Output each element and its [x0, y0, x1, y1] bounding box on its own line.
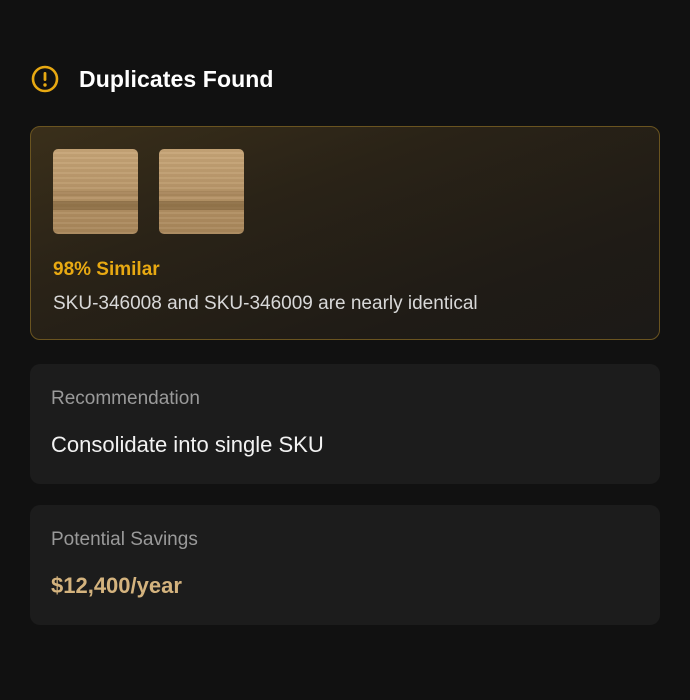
thumbnail-grain [53, 191, 138, 196]
duplicate-card[interactable]: 98% Similar SKU-346008 and SKU-346009 ar… [30, 126, 660, 340]
savings-value: $12,400/year [51, 573, 182, 598]
page-title: Duplicates Found [79, 65, 274, 92]
thumbnail-row [53, 149, 265, 234]
product-thumbnail-1[interactable] [53, 149, 138, 234]
thumbnail-grain [159, 191, 244, 196]
warning-circle-icon [31, 65, 59, 93]
similarity-score: 98% Similar [53, 259, 160, 280]
savings-panel: Potential Savings $12,400/year [30, 505, 660, 625]
recommendation-panel: Recommendation Consolidate into single S… [30, 364, 660, 484]
savings-label: Potential Savings [51, 529, 198, 550]
section-header: Duplicates Found [31, 62, 274, 96]
thumbnail-band [159, 201, 244, 210]
recommendation-label: Recommendation [51, 388, 200, 409]
duplicate-description: SKU-346008 and SKU-346009 are nearly ide… [53, 293, 478, 314]
recommendation-value: Consolidate into single SKU [51, 432, 324, 457]
product-thumbnail-2[interactable] [159, 149, 244, 234]
thumbnail-band [53, 201, 138, 210]
